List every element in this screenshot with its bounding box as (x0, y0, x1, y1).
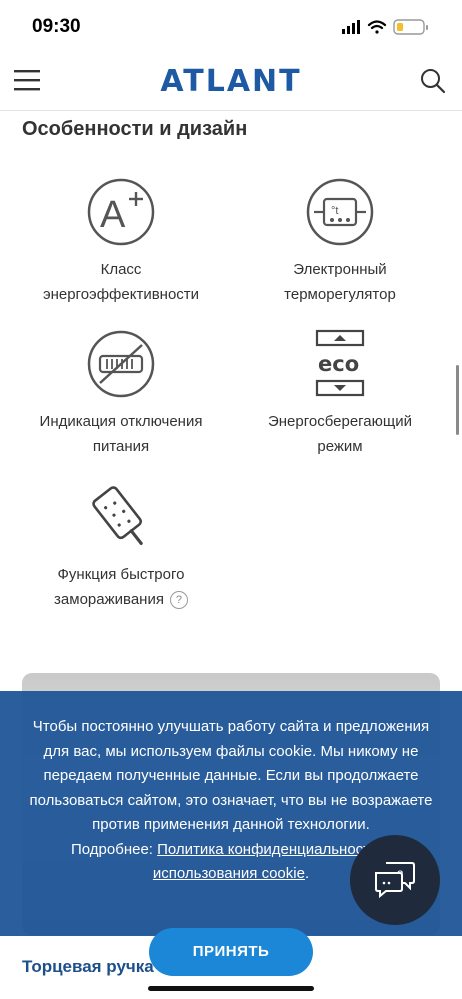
electronic-thermostat-icon: °t (306, 178, 374, 246)
site-header: ATLANT (0, 52, 462, 111)
cookie-message: Чтобы постоянно улучшать работу сайта и … (29, 718, 433, 833)
search-icon[interactable] (420, 68, 446, 94)
feature-electronic-thermostat: °t Электронный терморегулятор (230, 177, 450, 307)
energy-class-a-plus-icon: A (87, 178, 155, 246)
cookie-more-label: Подробнее: (71, 840, 158, 858)
thermostat-symbol: °t (331, 205, 338, 217)
feature-label: Индикация отключения питания (39, 413, 203, 455)
status-time: 09:30 (32, 16, 81, 37)
energy-class-letter: A (100, 194, 126, 236)
feature-label: Функция быстрого замораживания? (11, 562, 231, 612)
feature-label: Класс энергоэффективности (42, 261, 200, 303)
status-icons (342, 19, 428, 35)
atlant-logo[interactable]: ATLANT (0, 64, 462, 99)
handle-section-heading: Торцевая ручка (22, 957, 154, 976)
fast-freeze-icon (92, 486, 143, 546)
feature-power-off-indicator: Индикация отключения питания (11, 329, 231, 459)
status-bar: 09:30 (0, 0, 462, 52)
wifi-icon (367, 20, 387, 34)
section-title: Особенности и дизайн (22, 118, 248, 140)
battery-icon (393, 19, 428, 35)
power-off-indicator-icon (87, 330, 155, 398)
eco-text: eco (318, 352, 359, 376)
home-indicator (148, 986, 314, 991)
scroll-indicator (456, 365, 459, 435)
chat-button[interactable]: ? (350, 835, 440, 925)
feature-label: Энергосберегающий режим (267, 413, 413, 455)
help-icon[interactable]: ? (169, 591, 188, 610)
eco-mode-icon: eco (315, 329, 365, 397)
feature-eco-mode: eco Энергосберегающий режим (230, 329, 450, 459)
accept-cookies-button[interactable]: ПРИНЯТЬ (149, 928, 313, 976)
feature-label: Электронный терморегулятор (284, 261, 396, 303)
signal-icon (342, 20, 360, 34)
feature-fast-freeze: Функция быстрого замораживания? (11, 480, 231, 612)
chat-bubbles-icon: ? (375, 862, 415, 899)
feature-energy-class: A Класс энергоэффективности (11, 177, 231, 307)
